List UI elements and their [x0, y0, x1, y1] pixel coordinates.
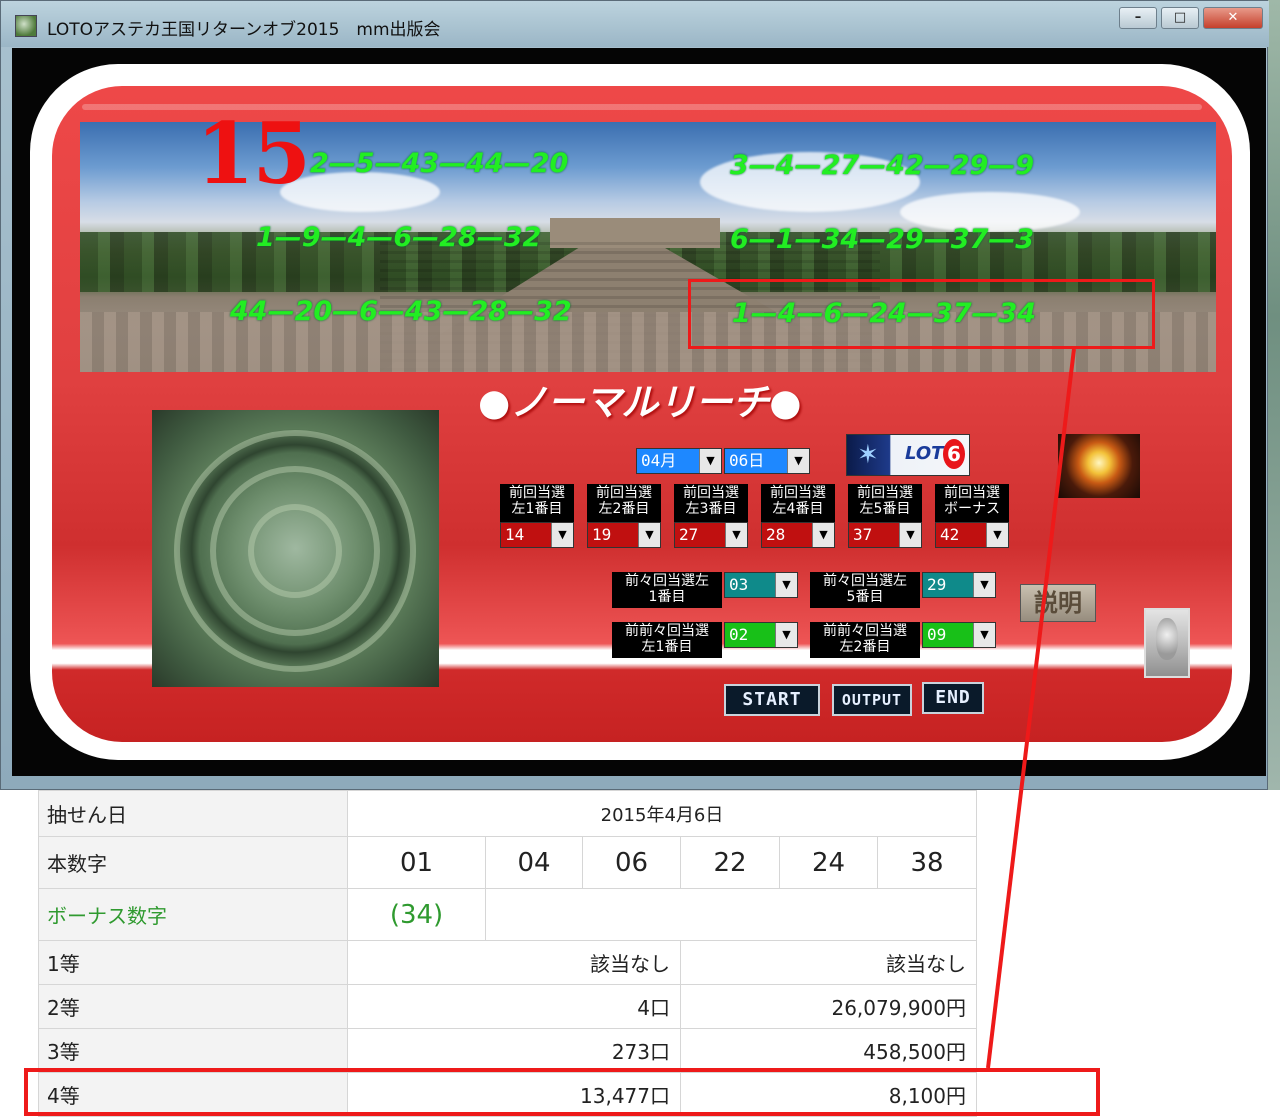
prev3-draw-label-1: 前前々回当選 左1番目	[612, 622, 722, 658]
table-row: ボーナス数字 (34)	[38, 888, 977, 941]
big-number: 15	[196, 104, 311, 203]
chevron-down-icon[interactable]: ▼	[973, 623, 995, 647]
month-value: 04月	[637, 449, 699, 473]
star-icon: ✶	[857, 440, 879, 470]
prize-amount-1: 該当なし	[680, 940, 977, 985]
prev-draw-label-5: 前回当選 左5番目	[848, 484, 922, 522]
month-select[interactable]: 04月 ▼	[636, 448, 722, 474]
chevron-down-icon[interactable]: ▼	[725, 523, 747, 547]
number-line-4: 6—1—34—29—37—3	[730, 224, 1035, 255]
prev-draw-label-bonus: 前回当選 ボーナス	[935, 484, 1009, 522]
prize-amount-2: 26,079,900円	[680, 984, 977, 1029]
main-number-2: 04	[485, 836, 583, 889]
prev-draw-label-1: 前回当選 左1番目	[500, 484, 574, 522]
statue-image	[1144, 608, 1190, 678]
main-number-1: 01	[347, 836, 486, 889]
day-value: 06日	[725, 449, 787, 473]
chevron-down-icon[interactable]: ▼	[787, 449, 809, 473]
prev2-draw-select-1[interactable]: 03 ▼	[724, 572, 798, 598]
number-line-1: 2—5—43—44—20	[310, 148, 569, 179]
close-button[interactable]: ✕	[1203, 7, 1263, 29]
prize-rank-1: 1等	[38, 940, 348, 985]
prev2-draw-label-5: 前々回当選左 5番目	[810, 572, 920, 608]
aztec-calendar-image	[152, 410, 439, 687]
loto6-logo: ✶ LOTO 6	[846, 434, 970, 476]
prev2-draw-label-1: 前々回当選左 1番目	[612, 572, 722, 608]
draw-date-value: 2015年4月6日	[347, 790, 977, 837]
day-select[interactable]: 06日 ▼	[724, 448, 810, 474]
sun-image	[1058, 434, 1140, 498]
explain-button[interactable]: 説明	[1020, 584, 1096, 622]
prev-draw-select-5[interactable]: 37 ▼	[848, 522, 922, 548]
main-number-6: 38	[877, 836, 977, 889]
maximize-button[interactable]: □	[1161, 7, 1199, 29]
prev-draw-label-4: 前回当選 左4番目	[761, 484, 835, 522]
start-button[interactable]: START	[724, 684, 820, 716]
table-row: 2等 4口 26,079,900円	[38, 984, 977, 1029]
chevron-down-icon[interactable]: ▼	[775, 573, 797, 597]
table-row: 本数字 01 04 06 22 24 38	[38, 836, 977, 889]
number-line-5: 44—20—6—43—28—32	[230, 296, 572, 327]
prize-count-3: 273口	[347, 1028, 681, 1073]
chevron-down-icon[interactable]: ▼	[551, 523, 573, 547]
chevron-down-icon[interactable]: ▼	[699, 449, 721, 473]
prev3-draw-select-1[interactable]: 02 ▼	[724, 622, 798, 648]
window-title: LOTOアステカ王国リターンオブ2015 mm出版会	[47, 20, 441, 40]
table-row: 3等 273口 458,500円	[38, 1028, 977, 1073]
prev3-draw-label-2: 前前々回当選 左2番目	[810, 622, 920, 658]
prev-draw-select-4[interactable]: 28 ▼	[761, 522, 835, 548]
app-icon	[15, 15, 37, 37]
number-line-2: 3—4—27—42—29—9	[730, 150, 1035, 181]
prize-rank-2: 2等	[38, 984, 348, 1029]
table-row: 1等 該当なし 該当なし	[38, 940, 977, 985]
desktop-background	[1266, 0, 1280, 790]
highlight-box-4th-prize	[24, 1068, 1100, 1116]
output-button[interactable]: OUTPUT	[832, 684, 912, 716]
table-row: 抽せん日 2015年4月6日	[38, 790, 977, 837]
chevron-down-icon[interactable]: ▼	[638, 523, 660, 547]
minimize-button[interactable]: –	[1119, 7, 1157, 29]
main-numbers-label: 本数字	[38, 836, 348, 889]
prev-draw-select-1[interactable]: 14 ▼	[500, 522, 574, 548]
prev-draw-select-3[interactable]: 27 ▼	[674, 522, 748, 548]
prize-rank-3: 3等	[38, 1028, 348, 1073]
chevron-down-icon[interactable]: ▼	[986, 523, 1008, 547]
prev2-draw-select-5[interactable]: 29 ▼	[922, 572, 996, 598]
prev-draw-label-2: 前回当選 左2番目	[587, 484, 661, 522]
prev-draw-label-3: 前回当選 左3番目	[674, 484, 748, 522]
prev-draw-select-bonus[interactable]: 42 ▼	[935, 522, 1009, 548]
prev3-draw-select-2[interactable]: 09 ▼	[922, 622, 996, 648]
chevron-down-icon[interactable]: ▼	[812, 523, 834, 547]
chevron-down-icon[interactable]: ▼	[899, 523, 921, 547]
prize-amount-3: 458,500円	[680, 1028, 977, 1073]
main-number-3: 06	[582, 836, 681, 889]
main-number-4: 22	[680, 836, 780, 889]
chevron-down-icon[interactable]: ▼	[973, 573, 995, 597]
draw-date-label: 抽せん日	[38, 790, 348, 837]
title-bar[interactable]: LOTOアステカ王国リターンオブ2015 mm出版会 – □ ✕	[1, 1, 1269, 47]
prize-count-2: 4口	[347, 984, 681, 1029]
bonus-number: (34)	[347, 888, 486, 941]
reach-status-text: ●ノーマルリーチ●	[478, 381, 802, 424]
highlight-box	[688, 279, 1155, 349]
number-line-3: 1—9—4—6—28—32	[256, 222, 542, 253]
chevron-down-icon[interactable]: ▼	[775, 623, 797, 647]
end-button[interactable]: END	[922, 682, 984, 714]
bonus-number-label: ボーナス数字	[38, 888, 348, 941]
prev-draw-select-2[interactable]: 19 ▼	[587, 522, 661, 548]
prize-count-1: 該当なし	[347, 940, 681, 985]
main-number-5: 24	[779, 836, 878, 889]
